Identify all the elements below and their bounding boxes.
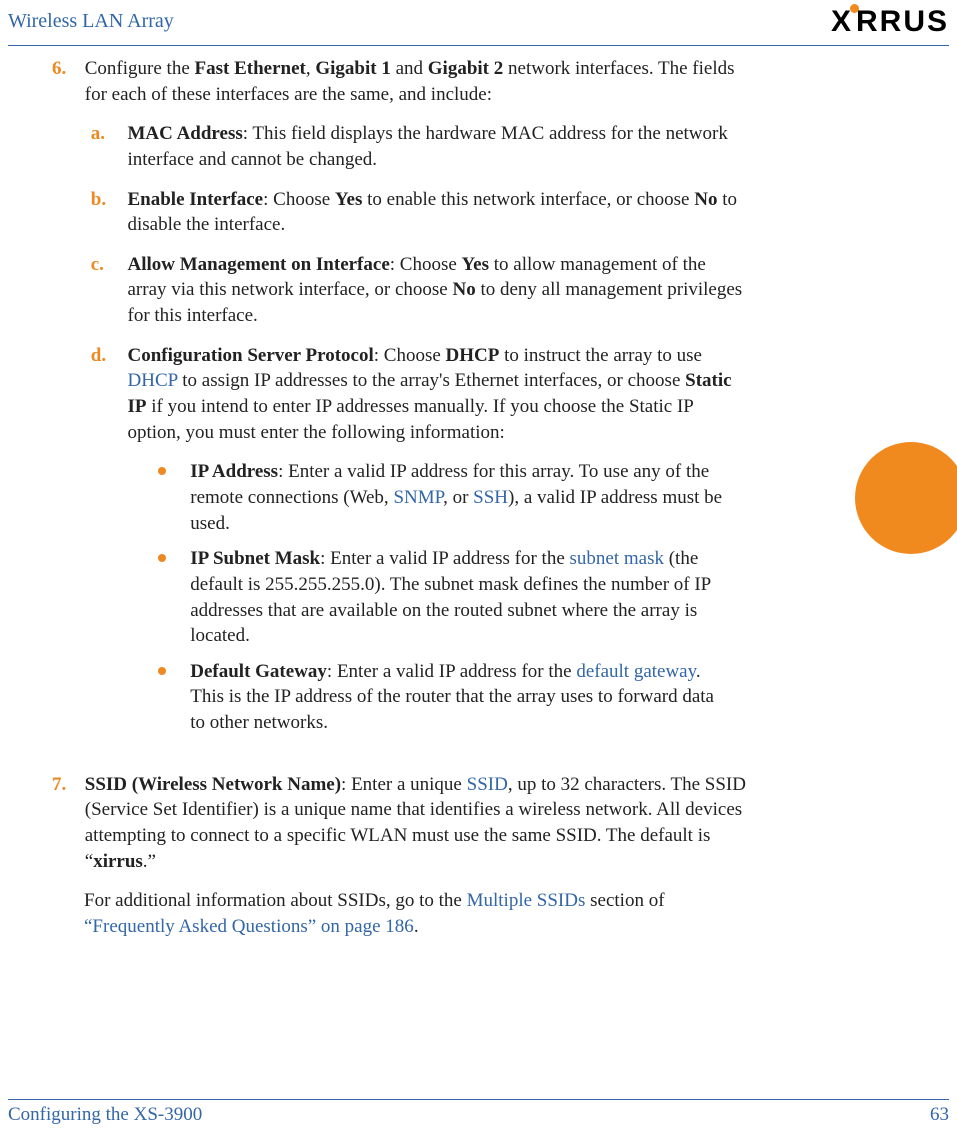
text: section of xyxy=(585,890,664,911)
bullet-ip-address: IP Address: Enter a valid IP address for… xyxy=(128,459,748,536)
footer-rule xyxy=(8,1099,949,1100)
bold-text: Gigabit 2 xyxy=(428,58,503,79)
step-6d-body: Configuration Server Protocol: Choose DH… xyxy=(128,343,748,746)
bold-text: xirrus xyxy=(93,851,143,872)
page-number: 63 xyxy=(930,1102,949,1128)
step-7-paragraph-2: For additional information about SSIDs, … xyxy=(84,888,748,939)
section-marker-icon xyxy=(855,442,957,554)
bold-text: Allow Management on Interface xyxy=(128,254,390,275)
step-6-body: Configure the Fast Ethernet, Gigabit 1 a… xyxy=(85,56,749,760)
text: , xyxy=(306,58,316,79)
text: and xyxy=(391,58,428,79)
page-footer: Configuring the XS-3900 63 xyxy=(8,1102,949,1128)
step-6b: b. Enable Interface: Choose Yes to enabl… xyxy=(85,187,749,238)
step-6c-body: Allow Management on Interface: Choose Ye… xyxy=(128,252,748,329)
bullet-dot-icon xyxy=(158,467,166,475)
text: . xyxy=(414,916,419,937)
step-6c: c. Allow Management on Interface: Choose… xyxy=(85,252,749,329)
bold-text: SSID (Wireless Network Name) xyxy=(85,774,341,795)
text: to enable this network interface, or cho… xyxy=(362,189,694,210)
bold-text: IP Address xyxy=(190,461,278,482)
header-title: Wireless LAN Array xyxy=(8,8,174,35)
text: : Choose xyxy=(263,189,335,210)
bold-text: Configuration Server Protocol xyxy=(128,345,374,366)
text: , or xyxy=(443,487,473,508)
step-7-body: SSID (Wireless Network Name): Enter a un… xyxy=(85,772,749,875)
bullet-dot-icon xyxy=(158,554,166,562)
body-content: 6. Configure the Fast Ethernet, Gigabit … xyxy=(52,56,750,940)
bullet-subnet-mask: IP Subnet Mask: Enter a valid IP address… xyxy=(128,546,748,649)
text: : Enter a unique xyxy=(341,774,467,795)
bullet-icon xyxy=(128,659,186,685)
text: For additional information about SSIDs, … xyxy=(84,890,467,911)
bullet-icon xyxy=(128,546,186,572)
bullet-body: Default Gateway: Enter a valid IP addres… xyxy=(190,659,730,736)
text: to assign IP addresses to the array's Et… xyxy=(177,370,685,391)
text: : Enter a valid IP address for the xyxy=(327,661,576,682)
document-page: Wireless LAN Array XRRUS 6. Configure th… xyxy=(0,0,957,1138)
ssh-link[interactable]: SSH xyxy=(473,487,508,508)
faq-link[interactable]: “Frequently Asked Questions” on page 186 xyxy=(84,916,414,937)
bullet-body: IP Address: Enter a valid IP address for… xyxy=(190,459,730,536)
step-7-marker: 7. xyxy=(52,772,80,798)
bold-text: Fast Ethernet xyxy=(195,58,306,79)
step-7: 7. SSID (Wireless Network Name): Enter a… xyxy=(52,772,750,940)
step-6a-body: MAC Address: This field displays the har… xyxy=(128,121,748,172)
brand-logo: XRRUS xyxy=(831,2,949,43)
header-rule xyxy=(8,45,949,46)
step-6: 6. Configure the Fast Ethernet, Gigabit … xyxy=(52,56,750,760)
step-6d-marker: d. xyxy=(91,343,123,369)
bold-text: Enable Interface xyxy=(128,189,264,210)
multiple-ssids-link[interactable]: Multiple SSIDs xyxy=(467,890,586,911)
step-6d-bullets: IP Address : Enter a valid IP address for… xyxy=(128,459,748,735)
bold-text: Yes xyxy=(335,189,362,210)
dhcp-link[interactable]: DHCP xyxy=(128,370,178,391)
snmp-link[interactable]: SNMP xyxy=(393,487,443,508)
step-6d: d. Configuration Server Protocol: Choose… xyxy=(85,343,749,746)
text: .” xyxy=(143,851,156,872)
text: if you intend to enter IP addresses manu… xyxy=(128,396,694,443)
text: Configure the xyxy=(85,58,195,79)
step-6a: a. MAC Address: This field displays the … xyxy=(85,121,749,172)
step-6b-body: Enable Interface: Choose Yes to enable t… xyxy=(128,187,748,238)
bold-text: MAC Address xyxy=(128,123,243,144)
ssid-link[interactable]: SSID xyxy=(467,774,508,795)
text: : Enter a valid IP address for the xyxy=(320,548,569,569)
text: : Choose xyxy=(390,254,462,275)
text: : Choose xyxy=(374,345,446,366)
step-6c-marker: c. xyxy=(91,252,123,278)
bold-text: No xyxy=(694,189,717,210)
text: to instruct the array to use xyxy=(499,345,702,366)
bullet-body: IP Subnet Mask: Enter a valid IP address… xyxy=(190,546,730,649)
bold-text: IP Subnet Mask xyxy=(190,548,320,569)
bold-text: DHCP xyxy=(446,345,500,366)
footer-section-title: Configuring the XS-3900 xyxy=(8,1104,202,1125)
subnet-mask-link[interactable]: subnet mask xyxy=(570,548,664,569)
bold-text: Gigabit 1 xyxy=(315,58,390,79)
bold-text: No xyxy=(452,279,475,300)
step-6b-marker: b. xyxy=(91,187,123,213)
step-6a-marker: a. xyxy=(91,121,123,147)
default-gateway-link[interactable]: default gateway xyxy=(576,661,696,682)
bullet-default-gateway: Default Gateway: Enter a valid IP addres… xyxy=(128,659,748,736)
page-header: Wireless LAN Array XRRUS xyxy=(0,6,957,46)
step-6-sublist: a. MAC Address: This field displays the … xyxy=(85,121,749,745)
logo-dot-icon xyxy=(850,4,859,13)
bold-text: Yes xyxy=(462,254,489,275)
step-6-marker: 6. xyxy=(52,56,80,82)
bullet-dot-icon xyxy=(158,667,166,675)
bullet-icon xyxy=(128,459,186,485)
bold-text: Default Gateway xyxy=(190,661,327,682)
